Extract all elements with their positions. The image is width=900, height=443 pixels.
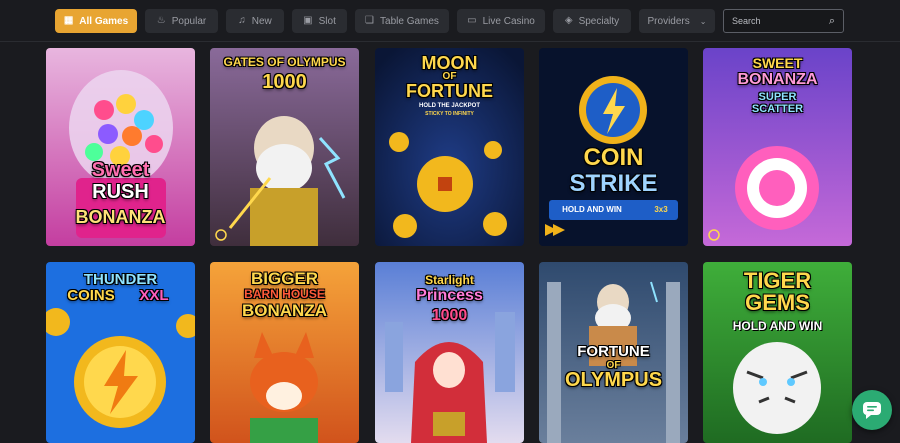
game-tile-sweet-rush-bonanza[interactable]: Sweet RUSH BONANZA bbox=[46, 48, 195, 246]
game-tile-bigger-barn-house-bonanza[interactable]: BIGGER BARN HOUSE BONANZA bbox=[210, 262, 359, 443]
search-input[interactable] bbox=[732, 16, 829, 26]
game-title-line3: XXL bbox=[139, 287, 169, 304]
game-title-line2: BONANZA bbox=[737, 71, 818, 88]
cards-icon: ❏ bbox=[365, 15, 375, 26]
game-title-line1: THUNDER bbox=[83, 271, 158, 288]
game-title-line1: COIN bbox=[583, 144, 644, 171]
game-title-line2: Princess bbox=[416, 287, 483, 304]
tab-live-casino[interactable]: ▭ Live Casino bbox=[457, 9, 545, 33]
game-title-line1: Sweet bbox=[91, 159, 150, 181]
game-subtitle-1: HOLD AND WIN bbox=[562, 205, 622, 214]
bomb-icon bbox=[215, 229, 227, 241]
chat-icon bbox=[863, 402, 881, 419]
tab-slot[interactable]: ▣ Slot bbox=[292, 9, 347, 33]
game-title-line2: RUSH bbox=[92, 181, 149, 203]
tab-new[interactable]: ♫ New bbox=[226, 9, 284, 33]
tab-label: Providers bbox=[647, 15, 690, 27]
game-title-line3: 1000 bbox=[431, 307, 468, 324]
chevron-down-icon: ⌄ bbox=[699, 16, 707, 26]
search-icon[interactable]: ⌕ bbox=[829, 15, 835, 28]
chat-button[interactable] bbox=[852, 390, 892, 430]
game-tile-thunder-coins-xxl[interactable]: THUNDER COINS XXL bbox=[46, 262, 195, 443]
game-title-line2: COINS bbox=[67, 287, 115, 304]
tag-icon: ◈ bbox=[564, 15, 573, 26]
flame-icon: ♨ bbox=[156, 15, 166, 26]
bell-icon: ♫ bbox=[238, 15, 246, 26]
game-title-line4: SCATTER bbox=[751, 103, 804, 115]
game-tile-gates-of-olympus-1000[interactable]: GATES OF OLYMPUS 1000 bbox=[210, 48, 359, 246]
tab-label: Slot bbox=[318, 15, 336, 27]
monitor-icon: ▭ bbox=[467, 15, 477, 26]
search-box: ⌕ bbox=[723, 9, 844, 33]
game-subtitle-1: HOLD AND WIN bbox=[732, 319, 823, 333]
game-title-line2: 1000 bbox=[262, 71, 307, 93]
game-tile-sweet-bonanza-super-scatter[interactable]: SWEET BONANZA SUPER SCATTER bbox=[703, 48, 852, 246]
game-subtitle-2: 3x3 bbox=[654, 205, 668, 214]
game-title-line3: BONANZA bbox=[75, 207, 166, 227]
tab-popular[interactable]: ♨ Popular bbox=[145, 9, 218, 33]
tab-label: Popular bbox=[171, 15, 207, 27]
game-title-line1: Starlight bbox=[425, 273, 474, 287]
game-title-line2: GEMS bbox=[745, 290, 810, 315]
game-title-line3: OLYMPUS bbox=[564, 369, 663, 391]
game-subtitle-2: STICKY TO INFINITY bbox=[425, 111, 474, 117]
game-tile-coin-strike[interactable]: COIN STRIKE HOLD AND WIN 3x3 bbox=[539, 48, 688, 246]
tab-label: Specialty bbox=[578, 15, 620, 27]
providers-dropdown[interactable]: Providers ⌄ bbox=[639, 9, 715, 33]
tab-label: Table Games bbox=[380, 15, 439, 27]
game-title-line1: SWEET bbox=[752, 55, 803, 71]
game-title-line1: MOON bbox=[421, 53, 478, 73]
game-title-line1: BIGGER bbox=[250, 269, 319, 288]
game-subtitle-1: HOLD THE JACKPOT bbox=[418, 103, 480, 109]
tab-specialty[interactable]: ◈ Specialty bbox=[553, 9, 631, 33]
game-title-line2: BARN HOUSE bbox=[244, 287, 325, 301]
game-title-line3: FORTUNE bbox=[406, 81, 493, 101]
game-title-line1: FORTUNE bbox=[577, 343, 650, 360]
game-title-line2: STRIKE bbox=[569, 170, 658, 197]
tab-label: New bbox=[251, 15, 272, 27]
game-tile-tiger-gems[interactable]: TIGER GEMS HOLD AND WIN bbox=[703, 262, 852, 443]
tab-all-games[interactable]: ▦ All Games bbox=[55, 9, 137, 33]
tab-label: All Games bbox=[79, 15, 129, 27]
bomb-icon bbox=[708, 229, 720, 241]
slot-icon: ▣ bbox=[303, 15, 313, 26]
tab-label: Live Casino bbox=[482, 15, 535, 27]
game-tile-moon-of-fortune[interactable]: MOON OF FORTUNE HOLD THE JACKPOT STICKY … bbox=[375, 48, 524, 246]
game-title-line3: BONANZA bbox=[242, 301, 327, 320]
grid-icon: ▦ bbox=[63, 15, 74, 26]
game-tile-fortune-of-olympus[interactable]: FORTUNE OF OLYMPUS bbox=[539, 262, 688, 443]
category-filter-bar: ▦ All Games ♨ Popular ♫ New ▣ Slot ❏ Tab… bbox=[0, 0, 900, 42]
game-tile-starlight-princess-1000[interactable]: Starlight Princess 1000 bbox=[375, 262, 524, 443]
game-title-line1: GATES OF OLYMPUS bbox=[223, 55, 346, 69]
game-title-line3: SUPER bbox=[758, 91, 797, 103]
tab-table-games[interactable]: ❏ Table Games bbox=[355, 9, 449, 33]
